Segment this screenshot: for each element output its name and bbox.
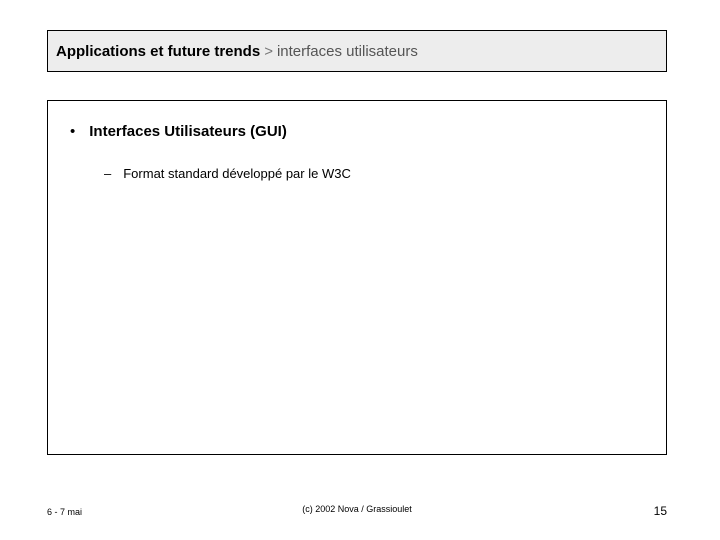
bullet-dash-icon: – (104, 166, 111, 181)
footer: 6 - 7 mai (c) 2002 Nova / Grassioulet 15 (47, 504, 667, 518)
bullet-level1: • Interfaces Utilisateurs (GUI) (70, 123, 646, 140)
footer-date: 6 - 7 mai (47, 507, 82, 517)
footer-copyright: (c) 2002 Nova / Grassioulet (47, 504, 667, 514)
slide: Applications et future trends > interfac… (0, 0, 720, 540)
breadcrumb-separator: > (264, 43, 273, 60)
bullet-dot-icon: • (70, 123, 75, 140)
bullet-level2-text: Format standard développé par le W3C (123, 166, 351, 181)
title-bar: Applications et future trends > interfac… (47, 30, 667, 72)
breadcrumb-current: Applications et future trends (56, 43, 260, 60)
content-box: • Interfaces Utilisateurs (GUI) – Format… (47, 100, 667, 455)
page-number: 15 (654, 504, 667, 518)
bullet-level1-text: Interfaces Utilisateurs (GUI) (89, 123, 287, 140)
bullet-level2: – Format standard développé par le W3C (104, 166, 646, 181)
breadcrumb-subsection: interfaces utilisateurs (277, 43, 418, 60)
